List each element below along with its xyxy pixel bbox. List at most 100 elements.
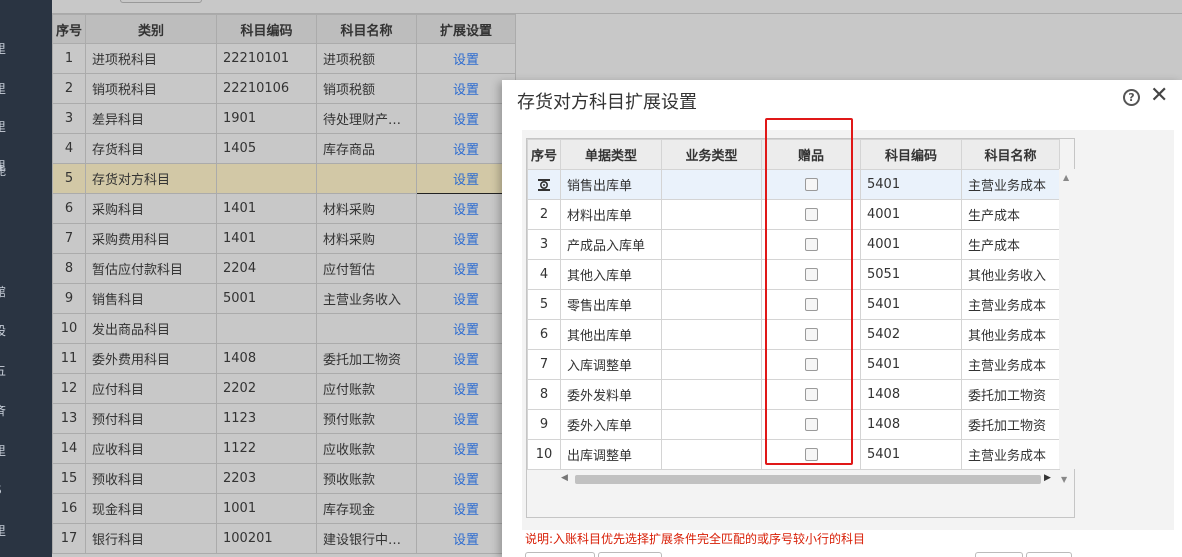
grid-name[interactable]: 委托加工物资 [961, 409, 1060, 440]
sidebar-menu-fragment[interactable]: 里 [0, 80, 14, 97]
grid-biz-type[interactable] [661, 199, 762, 230]
gift-checkbox[interactable] [804, 208, 818, 221]
dialog-ok-button-stub[interactable] [975, 552, 1023, 557]
scroll-up-icon[interactable]: ▲ [1063, 173, 1069, 182]
scroll-right-icon[interactable]: ▶ [1044, 473, 1051, 483]
table-row[interactable]: 13 预付科目 1123 预付账款 设置 [52, 403, 516, 434]
grid-bill-type[interactable]: 入库调整单 [560, 349, 662, 380]
table-row[interactable]: 12 应付科目 2202 应付账款 设置 [52, 373, 516, 404]
grid-bill-type[interactable]: 委外入库单 [560, 409, 662, 440]
gift-checkbox[interactable] [804, 328, 818, 341]
gift-checkbox[interactable] [804, 238, 818, 251]
settings-link[interactable]: 设置 [416, 343, 516, 374]
settings-link[interactable]: 设置 [416, 463, 516, 494]
grid-code[interactable]: 5402 [860, 319, 962, 350]
dialog-left-button-stub[interactable] [525, 552, 595, 557]
sidebar-menu-fragment[interactable]: 里 [0, 522, 14, 539]
horizontal-scrollbar[interactable]: ◀ ▶ [561, 471, 1055, 487]
grid-code[interactable]: 5401 [860, 169, 962, 200]
grid-code[interactable]: 5401 [860, 349, 962, 380]
close-icon[interactable]: ✕ [1150, 84, 1168, 108]
grid-biz-type[interactable] [661, 379, 762, 410]
table-row[interactable]: 17 银行科目 100201 建设银行中… 设置 [52, 523, 516, 554]
grid-biz-type[interactable] [661, 259, 762, 290]
grid-row[interactable]: 2 材料出库单 4001 生产成本 [527, 199, 1060, 230]
grid-row[interactable]: 7 入库调整单 5401 主营业务成本 [527, 349, 1060, 380]
settings-link[interactable]: 设置 [416, 223, 516, 254]
sidebar-menu-fragment[interactable]: 里 [0, 442, 14, 459]
settings-link[interactable]: 设置 [416, 253, 516, 284]
gift-checkbox[interactable] [804, 298, 818, 311]
gift-checkbox[interactable] [804, 418, 818, 431]
grid-name[interactable]: 主营业务成本 [961, 349, 1060, 380]
toolbar-button-stub[interactable] [120, 0, 202, 3]
grid-bill-type[interactable]: 产成品入库单 [560, 229, 662, 260]
settings-link[interactable]: 设置 [416, 133, 516, 164]
grid-name[interactable]: 其他业务收入 [961, 259, 1060, 290]
settings-link[interactable]: 设置 [416, 493, 516, 524]
table-row[interactable]: 4 存货科目 1405 库存商品 设置 [52, 133, 516, 164]
sidebar-menu-fragment[interactable]: 能 [0, 162, 14, 179]
grid-biz-type[interactable] [661, 289, 762, 320]
horizontal-scroll-thumb[interactable] [575, 475, 1041, 484]
gift-checkbox[interactable] [804, 178, 818, 191]
row-edit-icon[interactable] [537, 178, 551, 192]
grid-bill-type[interactable]: 委外发料单 [560, 379, 662, 410]
sidebar-menu-fragment[interactable]: 斉 [0, 402, 14, 419]
grid-bill-type[interactable]: 零售出库单 [560, 289, 662, 320]
table-row[interactable]: 7 采购费用科目 1401 材料采购 设置 [52, 223, 516, 254]
sidebar-menu-fragment[interactable]: 館 [0, 283, 14, 300]
grid-row[interactable]: 4 其他入库单 5051 其他业务收入 [527, 259, 1060, 290]
table-row[interactable]: 3 差异科目 1901 待处理财产… 设置 [52, 103, 516, 134]
table-row[interactable]: 10 发出商品科目 设置 [52, 313, 516, 344]
grid-biz-type[interactable] [661, 229, 762, 260]
grid-row[interactable]: 6 其他出库单 5402 其他业务成本 [527, 319, 1060, 350]
grid-row[interactable]: 3 产成品入库单 4001 生产成本 [527, 229, 1060, 260]
settings-link[interactable]: 设置 [416, 433, 516, 464]
grid-biz-type[interactable] [661, 409, 762, 440]
gift-checkbox[interactable] [804, 388, 818, 401]
grid-code[interactable]: 1408 [860, 409, 962, 440]
grid-biz-type[interactable] [661, 169, 762, 200]
settings-link[interactable]: 设置 [416, 283, 516, 314]
table-row[interactable]: 6 采购科目 1401 材料采购 设置 [52, 193, 516, 224]
scroll-down-icon[interactable]: ▼ [1061, 475, 1067, 484]
settings-link[interactable]: 设置 [416, 313, 516, 344]
scroll-left-icon[interactable]: ◀ [561, 473, 568, 483]
sidebar-menu-fragment[interactable]: 里 [0, 40, 14, 57]
grid-code[interactable]: 5401 [860, 439, 962, 470]
grid-bill-type[interactable]: 材料出库单 [560, 199, 662, 230]
settings-link[interactable]: 设置 [416, 73, 516, 104]
dialog-cancel-button-stub[interactable] [1026, 552, 1072, 557]
grid-bill-type[interactable]: 销售出库单 [560, 169, 662, 200]
sidebar-menu-fragment[interactable]: S [0, 483, 14, 497]
grid-row[interactable]: 销售出库单 5401 主营业务成本 [527, 169, 1060, 200]
grid-bill-type[interactable]: 其他出库单 [560, 319, 662, 350]
grid-name[interactable]: 主营业务成本 [961, 169, 1060, 200]
settings-link[interactable]: 设置 [416, 43, 516, 74]
table-row[interactable]: 5 存货对方科目 设置 [52, 163, 516, 194]
grid-biz-type[interactable] [661, 349, 762, 380]
table-row[interactable]: 14 应收科目 1122 应收账款 设置 [52, 433, 516, 464]
table-row[interactable]: 9 销售科目 5001 主营业务收入 设置 [52, 283, 516, 314]
grid-row[interactable]: 10 出库调整单 5401 主营业务成本 [527, 439, 1060, 470]
sidebar-menu-fragment[interactable]: 设 [0, 322, 14, 339]
settings-link[interactable]: 设置 [416, 523, 516, 554]
help-icon[interactable]: ? [1123, 89, 1140, 106]
grid-name[interactable]: 委托加工物资 [961, 379, 1060, 410]
grid-name[interactable]: 生产成本 [961, 229, 1060, 260]
grid-name[interactable]: 主营业务成本 [961, 289, 1060, 320]
vertical-scrollbar[interactable]: ▲ [1059, 169, 1075, 469]
grid-name[interactable]: 主营业务成本 [961, 439, 1060, 470]
table-row[interactable]: 1 进项税科目 22210101 进项税额 设置 [52, 43, 516, 74]
grid-row[interactable]: 8 委外发料单 1408 委托加工物资 [527, 379, 1060, 410]
grid-biz-type[interactable] [661, 319, 762, 350]
grid-row[interactable]: 9 委外入库单 1408 委托加工物资 [527, 409, 1060, 440]
grid-biz-type[interactable] [661, 439, 762, 470]
gift-checkbox[interactable] [804, 358, 818, 371]
grid-bill-type[interactable]: 其他入库单 [560, 259, 662, 290]
table-row[interactable]: 8 暂估应付款科目 2204 应付暂估 设置 [52, 253, 516, 284]
settings-link[interactable]: 设置 [416, 163, 516, 194]
settings-link[interactable]: 设置 [416, 103, 516, 134]
dialog-left-button-stub-2[interactable] [598, 552, 662, 557]
